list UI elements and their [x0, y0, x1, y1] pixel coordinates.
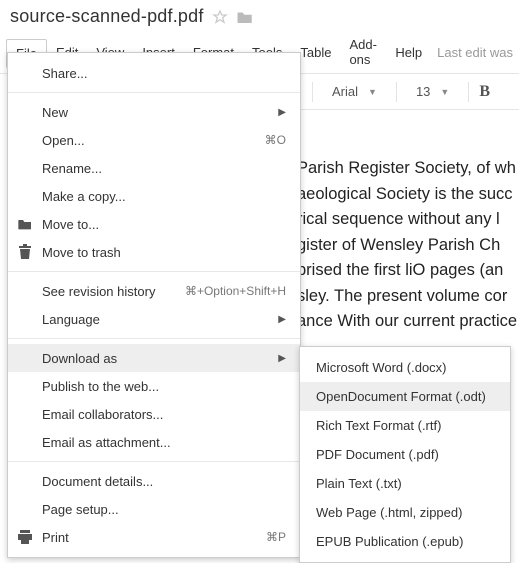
toolbar-separator [312, 82, 313, 102]
menu-email-attachment[interactable]: Email as attachment... [8, 428, 300, 456]
text-line: sley. The present volume cor [297, 284, 519, 310]
font-select[interactable]: Arial ▼ [323, 81, 386, 102]
download-rtf[interactable]: Rich Text Format (.rtf) [300, 411, 510, 440]
title-bar: source-scanned-pdf.pdf [0, 0, 519, 31]
menu-document-details[interactable]: Document details... [8, 467, 300, 495]
print-icon [17, 529, 33, 545]
font-size-select[interactable]: 13 ▼ [407, 81, 458, 102]
toolbar-separator [468, 82, 469, 102]
menu-page-setup[interactable]: Page setup... [8, 495, 300, 523]
menu-email-collaborators[interactable]: Email collaborators... [8, 400, 300, 428]
download-pdf[interactable]: PDF Document (.pdf) [300, 440, 510, 469]
toolbar-separator [396, 82, 397, 102]
shortcut-text: ⌘O [265, 133, 286, 147]
font-size: 13 [416, 84, 430, 99]
submenu-arrow-icon: ▶ [278, 353, 286, 364]
menu-revision-history[interactable]: See revision history⌘+Option+Shift+H [8, 277, 300, 305]
folder-move-icon [17, 216, 33, 232]
menu-separator [8, 338, 300, 339]
text-line: gister of Wensley Parish Ch [297, 233, 519, 259]
menu-language[interactable]: Language▶ [8, 305, 300, 333]
menu-publish-web[interactable]: Publish to the web... [8, 372, 300, 400]
menu-open[interactable]: Open...⌘O [8, 126, 300, 154]
text-line: Parish Register Society, of wh [297, 156, 519, 182]
menu-make-copy[interactable]: Make a copy... [8, 182, 300, 210]
toolbar: Arial ▼ 13 ▼ B [300, 74, 519, 110]
menu-move-to[interactable]: Move to... [8, 210, 300, 238]
trash-icon [17, 244, 33, 260]
document-title[interactable]: source-scanned-pdf.pdf [10, 6, 204, 27]
star-icon[interactable] [212, 9, 228, 25]
text-line: aeological Society is the succ [297, 182, 519, 208]
menu-move-trash[interactable]: Move to trash [8, 238, 300, 266]
text-line: ance With our current practice [297, 309, 519, 335]
document-text[interactable]: Parish Register Society, of wh aeologica… [297, 156, 519, 371]
text-line: rical sequence without any l [297, 207, 519, 233]
download-odt[interactable]: OpenDocument Format (.odt) [300, 382, 510, 411]
menu-addons[interactable]: Add-ons [340, 31, 386, 73]
download-docx[interactable]: Microsoft Word (.docx) [300, 353, 510, 382]
menu-download-as[interactable]: Download as▶ [8, 344, 300, 372]
menu-separator [8, 461, 300, 462]
submenu-arrow-icon: ▶ [278, 107, 286, 118]
menu-share[interactable]: Share... [8, 59, 300, 87]
menu-help[interactable]: Help [386, 39, 431, 66]
chevron-down-icon: ▼ [368, 87, 377, 97]
file-dropdown: Share... New▶ Open...⌘O Rename... Make a… [7, 52, 301, 558]
menu-rename[interactable]: Rename... [8, 154, 300, 182]
last-edit-text[interactable]: Last edit was [437, 45, 513, 60]
text-line: prised the first liO pages (an [297, 258, 519, 284]
menu-separator [8, 92, 300, 93]
bold-button[interactable]: B [479, 83, 490, 101]
menu-new[interactable]: New▶ [8, 98, 300, 126]
menu-separator [8, 271, 300, 272]
download-as-submenu: Microsoft Word (.docx) OpenDocument Form… [299, 346, 511, 563]
font-name: Arial [332, 84, 358, 99]
download-html[interactable]: Web Page (.html, zipped) [300, 498, 510, 527]
shortcut-text: ⌘+Option+Shift+H [185, 284, 286, 298]
shortcut-text: ⌘P [266, 530, 286, 544]
download-txt[interactable]: Plain Text (.txt) [300, 469, 510, 498]
folder-icon[interactable] [236, 9, 254, 25]
menu-print[interactable]: Print⌘P [8, 523, 300, 551]
submenu-arrow-icon: ▶ [278, 314, 286, 325]
chevron-down-icon: ▼ [440, 87, 449, 97]
